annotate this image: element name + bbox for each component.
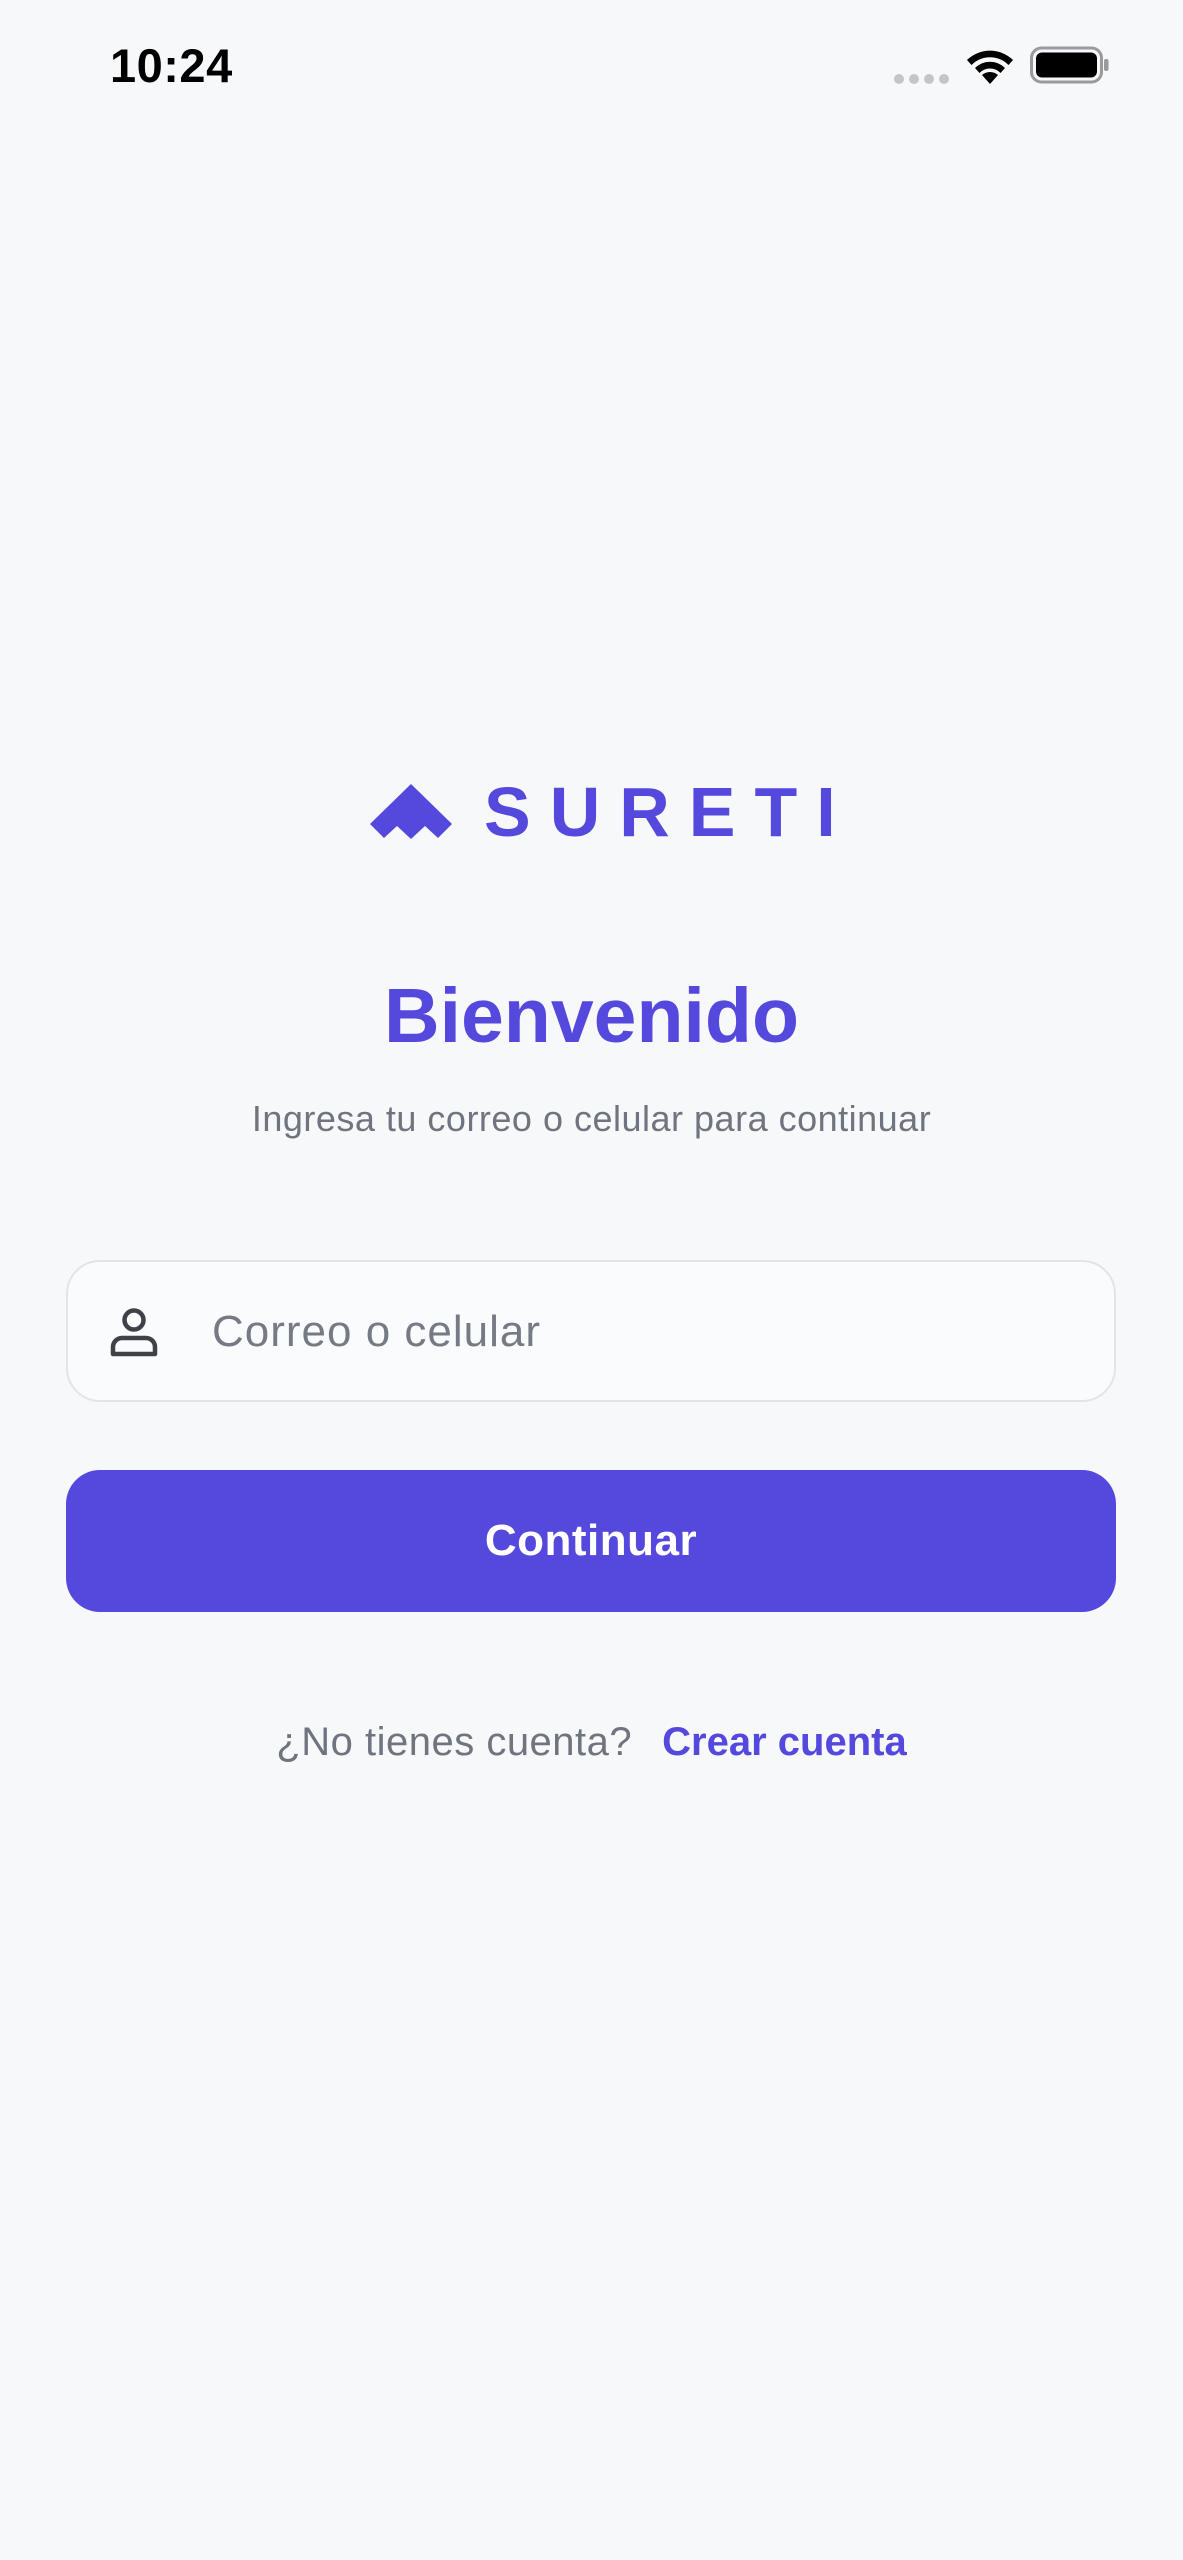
brand-name: SURETI [484,773,855,851]
status-bar: 10:24 [0,0,1183,140]
signup-prompt: ¿No tienes cuenta? [276,1720,633,1764]
signup-row: ¿No tienes cuenta? Crear cuenta [0,1720,1183,1765]
status-time: 10:24 [110,39,233,92]
wifi-icon [967,50,1013,84]
login-screen: 10:24 SURETI Bienvenido Ingresa tu corre… [0,0,1183,2560]
user-icon [110,1308,158,1357]
page-title: Bienvenido [383,973,799,1059]
battery-icon [1030,46,1109,84]
brand-logo: SURETI [368,774,836,850]
page-subtitle: Ingresa tu correo o celular para continu… [251,1098,932,1139]
email-phone-field[interactable] [66,1260,1116,1402]
signal-dots-icon [894,74,949,84]
continue-button[interactable]: Continuar [66,1470,1116,1612]
sureti-logo-mark-icon [370,784,452,839]
email-phone-input[interactable] [210,1262,1094,1402]
create-account-link[interactable]: Crear cuenta [662,1720,907,1764]
